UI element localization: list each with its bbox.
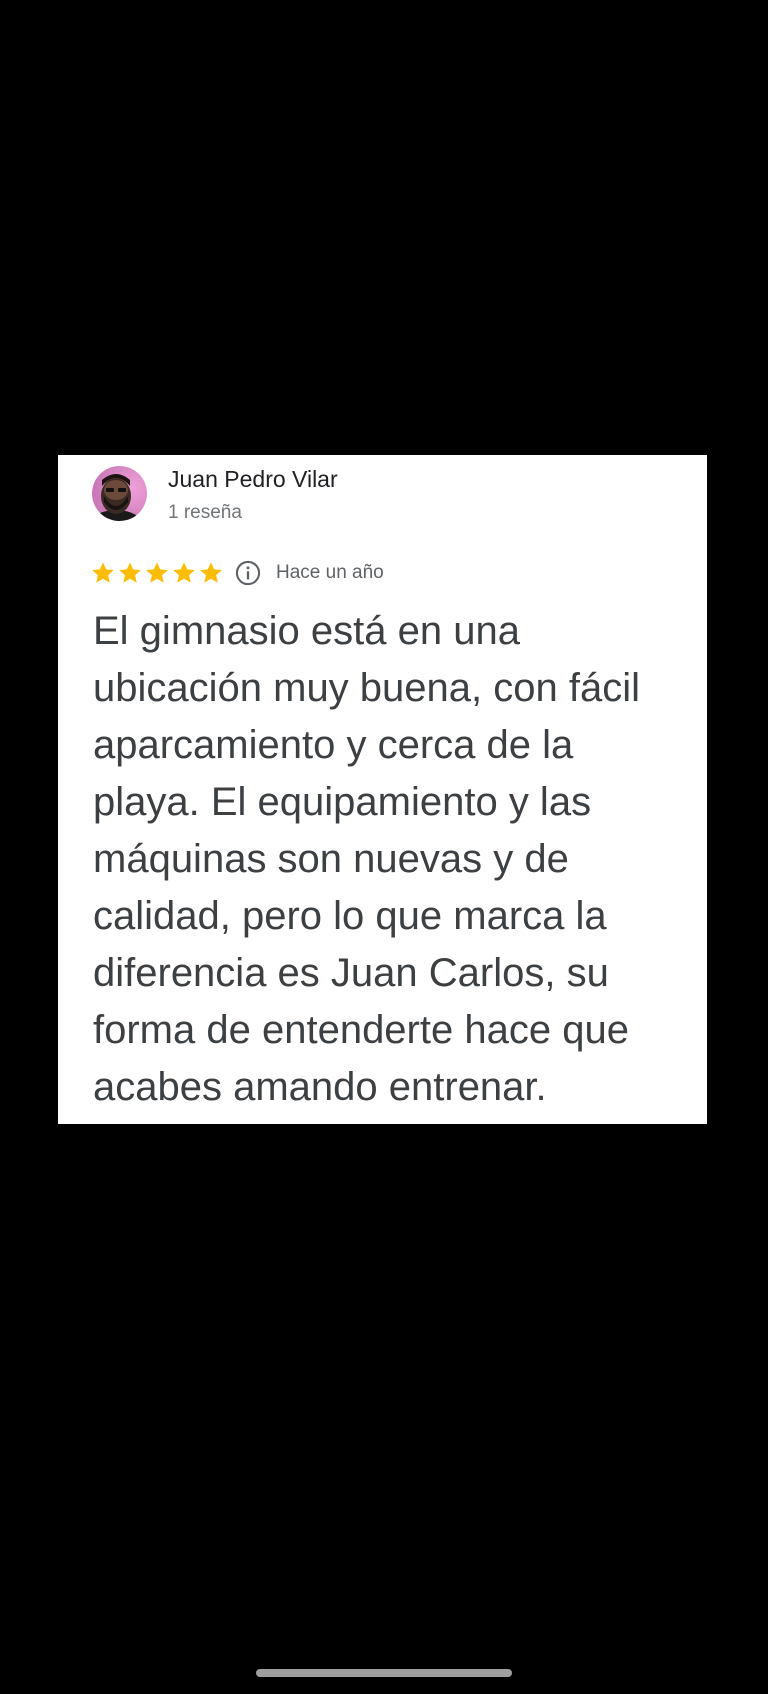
star-icon bbox=[119, 562, 141, 583]
review-card: Juan Pedro Vilar 1 reseña Hace un año El… bbox=[58, 455, 707, 1124]
author-avatar[interactable] bbox=[92, 466, 147, 521]
review-date: Hace un año bbox=[276, 562, 384, 583]
review-text: El gimnasio está en una ubicación muy bu… bbox=[93, 609, 640, 1109]
author-name[interactable]: Juan Pedro Vilar bbox=[168, 466, 338, 493]
info-icon[interactable] bbox=[234, 559, 262, 587]
star-icon bbox=[200, 562, 222, 583]
home-indicator[interactable] bbox=[256, 1669, 512, 1677]
author-review-count: 1 reseña bbox=[168, 502, 242, 523]
star-icon bbox=[92, 562, 114, 583]
star-icon bbox=[173, 562, 195, 583]
star-rating bbox=[90, 560, 225, 586]
screen: Juan Pedro Vilar 1 reseña Hace un año El… bbox=[0, 0, 768, 1694]
avatar-image bbox=[92, 466, 147, 521]
rating-row: Hace un año bbox=[90, 558, 384, 588]
star-icon bbox=[146, 562, 168, 583]
